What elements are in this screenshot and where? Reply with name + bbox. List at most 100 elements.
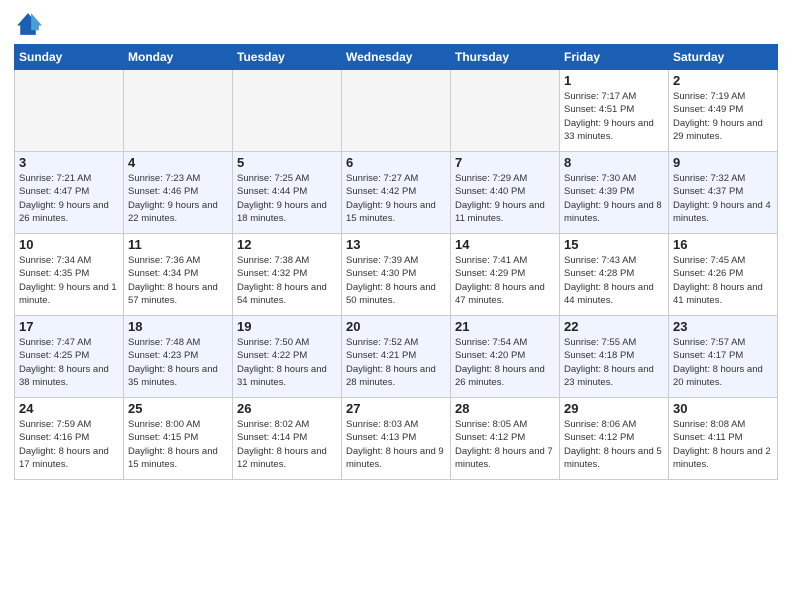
calendar-header-row: SundayMondayTuesdayWednesdayThursdayFrid… <box>15 45 778 70</box>
day-number: 22 <box>564 319 664 334</box>
day-number: 29 <box>564 401 664 416</box>
calendar-header-tuesday: Tuesday <box>233 45 342 70</box>
day-number: 18 <box>128 319 228 334</box>
calendar-cell: 8 Sunrise: 7:30 AMSunset: 4:39 PMDaylight… <box>560 152 669 234</box>
day-info: Sunrise: 7:54 AMSunset: 4:20 PMDaylight:… <box>455 336 555 389</box>
calendar-cell: 13 Sunrise: 7:39 AMSunset: 4:30 PMDayligh… <box>342 234 451 316</box>
day-number: 30 <box>673 401 773 416</box>
day-number: 17 <box>19 319 119 334</box>
calendar-cell: 18 Sunrise: 7:48 AMSunset: 4:23 PMDayligh… <box>124 316 233 398</box>
page-container: SundayMondayTuesdayWednesdayThursdayFrid… <box>0 0 792 488</box>
calendar: SundayMondayTuesdayWednesdayThursdayFrid… <box>14 44 778 480</box>
day-info: Sunrise: 7:25 AMSunset: 4:44 PMDaylight:… <box>237 172 337 225</box>
day-number: 11 <box>128 237 228 252</box>
calendar-cell: 4 Sunrise: 7:23 AMSunset: 4:46 PMDaylight… <box>124 152 233 234</box>
calendar-cell: 11 Sunrise: 7:36 AMSunset: 4:34 PMDayligh… <box>124 234 233 316</box>
day-info: Sunrise: 7:17 AMSunset: 4:51 PMDaylight:… <box>564 90 664 143</box>
calendar-cell: 9 Sunrise: 7:32 AMSunset: 4:37 PMDaylight… <box>669 152 778 234</box>
calendar-week-row: 1 Sunrise: 7:17 AMSunset: 4:51 PMDaylight… <box>15 70 778 152</box>
calendar-cell <box>15 70 124 152</box>
calendar-cell: 29Sunrise: 8:06 AMSunset: 4:12 PMDayligh… <box>560 398 669 480</box>
day-number: 1 <box>564 73 664 88</box>
page-header <box>14 10 778 38</box>
day-info: Sunrise: 7:23 AMSunset: 4:46 PMDaylight:… <box>128 172 228 225</box>
calendar-week-row: 10 Sunrise: 7:34 AMSunset: 4:35 PMDayligh… <box>15 234 778 316</box>
day-number: 4 <box>128 155 228 170</box>
calendar-cell: 1 Sunrise: 7:17 AMSunset: 4:51 PMDaylight… <box>560 70 669 152</box>
day-number: 8 <box>564 155 664 170</box>
day-number: 6 <box>346 155 446 170</box>
day-number: 9 <box>673 155 773 170</box>
day-number: 26 <box>237 401 337 416</box>
day-info: Sunrise: 7:55 AMSunset: 4:18 PMDaylight:… <box>564 336 664 389</box>
calendar-cell: 21 Sunrise: 7:54 AMSunset: 4:20 PMDayligh… <box>451 316 560 398</box>
calendar-cell: 22 Sunrise: 7:55 AMSunset: 4:18 PMDayligh… <box>560 316 669 398</box>
day-info: Sunrise: 7:21 AMSunset: 4:47 PMDaylight:… <box>19 172 119 225</box>
calendar-cell: 28 Sunrise: 8:05 AMSunset: 4:12 PMDayligh… <box>451 398 560 480</box>
day-info: Sunrise: 8:05 AMSunset: 4:12 PMDaylight:… <box>455 418 555 471</box>
calendar-cell: 16Sunrise: 7:45 AMSunset: 4:26 PMDayligh… <box>669 234 778 316</box>
calendar-week-row: 17 Sunrise: 7:47 AMSunset: 4:25 PMDayligh… <box>15 316 778 398</box>
day-number: 15 <box>564 237 664 252</box>
calendar-cell: 3 Sunrise: 7:21 AMSunset: 4:47 PMDaylight… <box>15 152 124 234</box>
calendar-cell: 6 Sunrise: 7:27 AMSunset: 4:42 PMDaylight… <box>342 152 451 234</box>
calendar-week-row: 3 Sunrise: 7:21 AMSunset: 4:47 PMDaylight… <box>15 152 778 234</box>
day-number: 10 <box>19 237 119 252</box>
calendar-cell: 15 Sunrise: 7:43 AMSunset: 4:28 PMDayligh… <box>560 234 669 316</box>
day-info: Sunrise: 7:45 AMSunset: 4:26 PMDaylight:… <box>673 254 773 307</box>
day-info: Sunrise: 7:43 AMSunset: 4:28 PMDaylight:… <box>564 254 664 307</box>
calendar-cell: 25 Sunrise: 8:00 AMSunset: 4:15 PMDayligh… <box>124 398 233 480</box>
day-info: Sunrise: 7:52 AMSunset: 4:21 PMDaylight:… <box>346 336 446 389</box>
calendar-cell: 12 Sunrise: 7:38 AMSunset: 4:32 PMDayligh… <box>233 234 342 316</box>
day-info: Sunrise: 7:34 AMSunset: 4:35 PMDaylight:… <box>19 254 119 307</box>
calendar-header-sunday: Sunday <box>15 45 124 70</box>
day-info: Sunrise: 7:48 AMSunset: 4:23 PMDaylight:… <box>128 336 228 389</box>
calendar-cell <box>233 70 342 152</box>
day-number: 25 <box>128 401 228 416</box>
day-info: Sunrise: 7:41 AMSunset: 4:29 PMDaylight:… <box>455 254 555 307</box>
day-info: Sunrise: 7:19 AMSunset: 4:49 PMDaylight:… <box>673 90 773 143</box>
day-info: Sunrise: 7:38 AMSunset: 4:32 PMDaylight:… <box>237 254 337 307</box>
calendar-cell: 17 Sunrise: 7:47 AMSunset: 4:25 PMDayligh… <box>15 316 124 398</box>
logo <box>14 10 46 38</box>
day-info: Sunrise: 8:02 AMSunset: 4:14 PMDaylight:… <box>237 418 337 471</box>
day-info: Sunrise: 7:29 AMSunset: 4:40 PMDaylight:… <box>455 172 555 225</box>
day-number: 7 <box>455 155 555 170</box>
day-info: Sunrise: 7:47 AMSunset: 4:25 PMDaylight:… <box>19 336 119 389</box>
calendar-cell: 24 Sunrise: 7:59 AMSunset: 4:16 PMDayligh… <box>15 398 124 480</box>
day-number: 24 <box>19 401 119 416</box>
day-number: 28 <box>455 401 555 416</box>
day-number: 5 <box>237 155 337 170</box>
day-info: Sunrise: 8:00 AMSunset: 4:15 PMDaylight:… <box>128 418 228 471</box>
calendar-cell: 2Sunrise: 7:19 AMSunset: 4:49 PMDaylight… <box>669 70 778 152</box>
calendar-header-saturday: Saturday <box>669 45 778 70</box>
calendar-cell: 26 Sunrise: 8:02 AMSunset: 4:14 PMDayligh… <box>233 398 342 480</box>
calendar-cell <box>342 70 451 152</box>
calendar-header-friday: Friday <box>560 45 669 70</box>
day-number: 21 <box>455 319 555 334</box>
day-info: Sunrise: 7:59 AMSunset: 4:16 PMDaylight:… <box>19 418 119 471</box>
calendar-cell: 7 Sunrise: 7:29 AMSunset: 4:40 PMDaylight… <box>451 152 560 234</box>
day-number: 13 <box>346 237 446 252</box>
calendar-cell: 14Sunrise: 7:41 AMSunset: 4:29 PMDayligh… <box>451 234 560 316</box>
calendar-cell: 5 Sunrise: 7:25 AMSunset: 4:44 PMDaylight… <box>233 152 342 234</box>
day-info: Sunrise: 7:32 AMSunset: 4:37 PMDaylight:… <box>673 172 773 225</box>
day-number: 12 <box>237 237 337 252</box>
day-info: Sunrise: 8:03 AMSunset: 4:13 PMDaylight:… <box>346 418 446 471</box>
calendar-cell: 19Sunrise: 7:50 AMSunset: 4:22 PMDayligh… <box>233 316 342 398</box>
day-number: 19 <box>237 319 337 334</box>
day-info: Sunrise: 7:36 AMSunset: 4:34 PMDaylight:… <box>128 254 228 307</box>
day-number: 3 <box>19 155 119 170</box>
day-info: Sunrise: 7:30 AMSunset: 4:39 PMDaylight:… <box>564 172 664 225</box>
day-info: Sunrise: 7:27 AMSunset: 4:42 PMDaylight:… <box>346 172 446 225</box>
calendar-cell: 10 Sunrise: 7:34 AMSunset: 4:35 PMDayligh… <box>15 234 124 316</box>
day-info: Sunrise: 7:57 AMSunset: 4:17 PMDaylight:… <box>673 336 773 389</box>
calendar-cell: 23 Sunrise: 7:57 AMSunset: 4:17 PMDayligh… <box>669 316 778 398</box>
day-number: 23 <box>673 319 773 334</box>
calendar-cell <box>124 70 233 152</box>
calendar-cell: 30Sunrise: 8:08 AMSunset: 4:11 PMDayligh… <box>669 398 778 480</box>
calendar-week-row: 24 Sunrise: 7:59 AMSunset: 4:16 PMDayligh… <box>15 398 778 480</box>
calendar-header-wednesday: Wednesday <box>342 45 451 70</box>
day-number: 27 <box>346 401 446 416</box>
day-info: Sunrise: 7:39 AMSunset: 4:30 PMDaylight:… <box>346 254 446 307</box>
